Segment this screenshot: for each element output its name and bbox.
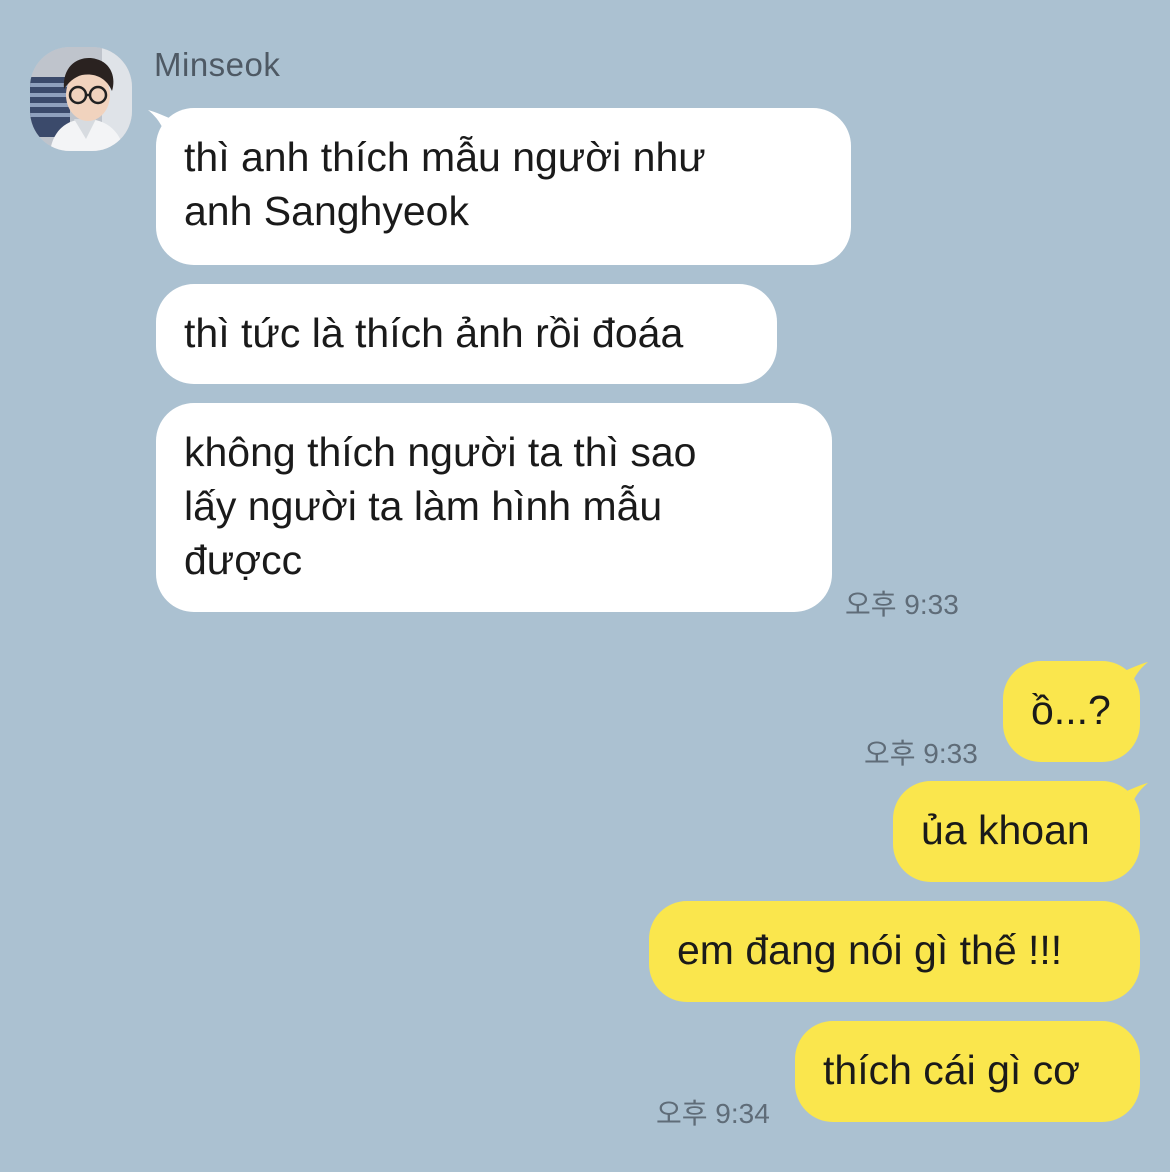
sender-name: Minseok <box>154 46 281 83</box>
incoming-timestamp: 오후 9:33 <box>845 589 959 620</box>
outgoing-timestamp-2: 오후 9:34 <box>656 1098 770 1129</box>
outgoing-message-2[interactable]: ủa khoan <box>893 781 1140 882</box>
outgoing-message-3[interactable]: em đang nói gì thế !!! <box>649 901 1140 1002</box>
incoming-message-3[interactable]: không thích người ta thì sao lấy người t… <box>156 403 832 612</box>
chat-view: Minseok thì anh thích mẫu người như anh … <box>0 0 1170 1172</box>
incoming-message-1[interactable]: thì anh thích mẫu người như anh Sanghyeo… <box>156 108 851 265</box>
outgoing-message-4[interactable]: thích cái gì cơ <box>795 1021 1140 1122</box>
incoming-message-2[interactable]: thì tức là thích ảnh rồi đoáa <box>156 284 777 384</box>
contact-avatar[interactable] <box>30 47 132 151</box>
outgoing-timestamp-1: 오후 9:33 <box>864 738 978 769</box>
avatar-photo <box>30 47 132 151</box>
outgoing-message-1[interactable]: ồ...? <box>1003 661 1140 762</box>
